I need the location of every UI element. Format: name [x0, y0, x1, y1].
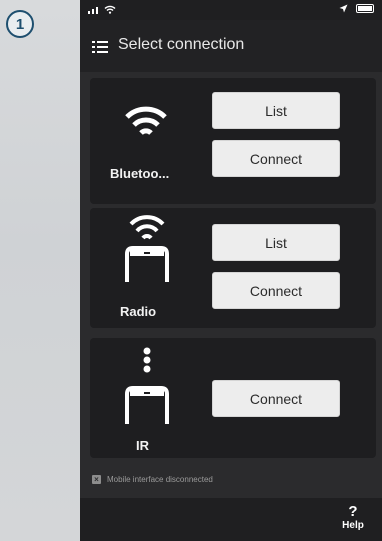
- wifi-status-icon: [104, 5, 116, 14]
- connection-label: Radio: [120, 304, 157, 319]
- bluetooth-list-button[interactable]: List: [212, 92, 340, 129]
- hamburger-menu-icon[interactable]: [92, 41, 108, 53]
- connection-status: × Mobile interface disconnected: [92, 475, 213, 484]
- battery-icon: [356, 4, 374, 13]
- radio-device-icon: [125, 215, 169, 282]
- ir-connect-button[interactable]: Connect: [212, 380, 340, 417]
- radio-connect-button[interactable]: Connect: [212, 272, 340, 309]
- connection-list: Bluetoo... List Connect Radio List Conne…: [80, 72, 382, 498]
- app-header: Select connection: [80, 20, 382, 72]
- close-icon: ×: [92, 475, 101, 484]
- status-message: Mobile interface disconnected: [107, 475, 213, 484]
- connection-card-bluetooth: Bluetoo... List Connect: [90, 78, 376, 204]
- phone-screen: Select connection Bluetoo... List Connec…: [80, 0, 382, 541]
- help-label: Help: [342, 520, 364, 531]
- signal-icon: [88, 5, 116, 14]
- connection-label: Bluetoo...: [110, 166, 170, 181]
- connection-card-ir: IR Connect: [90, 338, 376, 458]
- bluetooth-connect-button[interactable]: Connect: [212, 140, 340, 177]
- page-title: Select connection: [118, 36, 245, 53]
- bottom-bar: ? Help: [80, 498, 382, 541]
- connection-card-radio: Radio List Connect: [90, 208, 376, 328]
- help-icon: ?: [348, 503, 358, 520]
- help-button[interactable]: ? Help: [338, 503, 368, 532]
- ir-device-icon: [125, 347, 169, 424]
- location-arrow-icon: [339, 4, 348, 13]
- wifi-icon: [125, 106, 167, 135]
- status-bar: [80, 0, 382, 20]
- radio-list-button[interactable]: List: [212, 224, 340, 261]
- connection-label: IR: [136, 438, 149, 453]
- step-number-badge: 1: [6, 10, 34, 38]
